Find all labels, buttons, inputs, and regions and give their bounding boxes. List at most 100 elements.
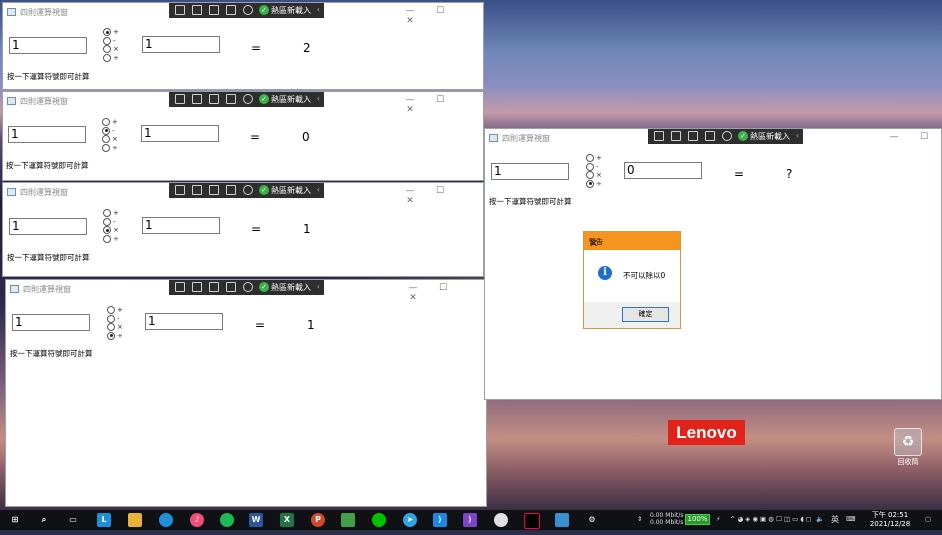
radio-multiply[interactable]: × xyxy=(586,171,602,180)
radio-add[interactable]: + xyxy=(586,154,602,163)
excel-icon[interactable]: X xyxy=(280,513,294,527)
radio-multiply[interactable]: × xyxy=(107,323,123,332)
radio-divide[interactable]: ÷ xyxy=(102,143,118,153)
minimize-button[interactable]: — xyxy=(395,95,425,105)
operand1-input[interactable]: 1 xyxy=(12,314,90,331)
minimize-button[interactable]: — xyxy=(395,6,425,16)
app-l-icon[interactable]: L xyxy=(97,513,111,527)
collapse-icon[interactable]: ‹ xyxy=(796,131,799,140)
select-icon[interactable] xyxy=(671,131,681,141)
refresh-icon[interactable] xyxy=(243,94,253,104)
operand2-input[interactable]: 1 xyxy=(142,36,220,53)
app-green-icon[interactable] xyxy=(341,513,355,527)
capture-icon[interactable] xyxy=(175,94,185,104)
line-icon[interactable] xyxy=(372,513,386,527)
windows-start-icon[interactable]: ⊞ xyxy=(8,513,22,527)
powerpoint-icon[interactable]: P xyxy=(311,513,325,527)
radio-subtract[interactable]: - xyxy=(107,314,123,324)
visual-studio-icon[interactable]: ⟩ xyxy=(463,513,477,527)
close-button[interactable]: ✕ xyxy=(395,105,425,115)
radio-subtract[interactable]: - xyxy=(586,162,602,172)
radio-add[interactable]: + xyxy=(103,28,119,37)
operand2-input[interactable]: 1 xyxy=(141,125,219,142)
radio-divide[interactable]: ÷ xyxy=(103,53,119,63)
hotspot-icon[interactable] xyxy=(705,131,715,141)
tray-app-icons[interactable]: ^ ◕ ◈ ◉ ▣ ◍ ☐ ◫ ▭ ◖ ◻ xyxy=(730,515,811,535)
capture-label[interactable]: 熱區新載入 xyxy=(271,5,311,16)
collapse-icon[interactable]: ‹ xyxy=(317,185,320,194)
close-button[interactable]: ✕ xyxy=(395,16,425,26)
frame-icon[interactable] xyxy=(209,94,219,104)
search-icon[interactable]: ⌕ xyxy=(37,513,51,527)
operand2-input[interactable]: 1 xyxy=(145,313,223,330)
hotspot-icon[interactable] xyxy=(226,185,236,195)
keyboard-icon[interactable]: ⌨ xyxy=(846,515,855,535)
hotspot-icon[interactable] xyxy=(226,94,236,104)
radio-add[interactable]: + xyxy=(107,306,123,315)
music-icon[interactable]: ♪ xyxy=(190,513,204,527)
app-round-icon[interactable] xyxy=(494,513,508,527)
radio-divide[interactable]: ÷ xyxy=(107,331,123,341)
radio-multiply[interactable]: × xyxy=(102,135,118,144)
app-window-icon[interactable] xyxy=(555,513,569,527)
clock[interactable]: 下午 02:51 2021/12/28 xyxy=(862,511,918,529)
capture-label[interactable]: 熱區新載入 xyxy=(271,94,311,105)
tray-chevron-icon[interactable]: ⇕ xyxy=(637,515,642,535)
radio-subtract[interactable]: - xyxy=(103,217,119,227)
frame-icon[interactable] xyxy=(209,5,219,15)
frame-icon[interactable] xyxy=(209,282,219,292)
volume-icon[interactable]: 🔈 xyxy=(816,515,824,535)
capture-icon[interactable] xyxy=(654,131,664,141)
collapse-icon[interactable]: ‹ xyxy=(317,5,320,14)
radio-subtract[interactable]: - xyxy=(103,36,119,46)
ok-button[interactable]: 確定 xyxy=(622,307,669,322)
radio-multiply[interactable]: × xyxy=(103,45,119,54)
radio-add[interactable]: + xyxy=(102,118,118,127)
refresh-icon[interactable] xyxy=(243,185,253,195)
battery-indicator[interactable]: 100% xyxy=(685,514,710,525)
hotspot-icon[interactable] xyxy=(226,5,236,15)
operand1-input[interactable]: 1 xyxy=(9,37,87,54)
refresh-icon[interactable] xyxy=(243,5,253,15)
close-button[interactable]: ✕ xyxy=(395,196,425,206)
capture-label[interactable]: 熱區新載入 xyxy=(750,131,790,142)
operand1-input[interactable]: 1 xyxy=(8,126,86,143)
operand2-input[interactable]: 0 xyxy=(624,162,702,179)
hotspot-icon[interactable] xyxy=(226,282,236,292)
close-icon[interactable]: ✕ xyxy=(589,237,675,250)
maximize-button[interactable]: ☐ xyxy=(425,6,455,16)
operand2-input[interactable]: 1 xyxy=(142,217,220,234)
select-icon[interactable] xyxy=(192,94,202,104)
radio-divide[interactable]: ÷ xyxy=(586,179,602,189)
minimize-button[interactable]: — xyxy=(398,283,428,293)
refresh-icon[interactable] xyxy=(243,282,253,292)
vscode-icon[interactable]: ⟩ xyxy=(433,513,447,527)
close-button[interactable]: ✕ xyxy=(398,293,428,303)
select-icon[interactable] xyxy=(192,282,202,292)
notification-icon[interactable]: ▢ xyxy=(925,515,931,535)
collapse-icon[interactable]: ‹ xyxy=(317,94,320,103)
dialog-title-bar[interactable]: 警告 ✕ xyxy=(584,232,680,250)
operand1-input[interactable]: 1 xyxy=(491,163,569,180)
frame-icon[interactable] xyxy=(209,185,219,195)
radio-subtract[interactable]: - xyxy=(102,126,118,136)
capture-label[interactable]: 熱區新載入 xyxy=(271,282,311,293)
minimize-button[interactable]: — xyxy=(395,186,425,196)
radio-add[interactable]: + xyxy=(103,209,119,218)
capture-icon[interactable] xyxy=(175,282,185,292)
capture-label[interactable]: 熱區新載入 xyxy=(271,185,311,196)
collapse-icon[interactable]: ‹ xyxy=(317,282,320,291)
ime-indicator[interactable]: 英 xyxy=(831,514,839,534)
spotify-icon[interactable] xyxy=(220,513,234,527)
capture-icon[interactable] xyxy=(175,185,185,195)
maximize-button[interactable]: ☐ xyxy=(425,95,455,105)
capture-icon[interactable] xyxy=(175,5,185,15)
select-icon[interactable] xyxy=(192,185,202,195)
select-icon[interactable] xyxy=(192,5,202,15)
edge-icon[interactable] xyxy=(159,513,173,527)
refresh-icon[interactable] xyxy=(722,131,732,141)
word-icon[interactable]: W xyxy=(249,513,263,527)
settings-gear-icon[interactable]: ⚙ xyxy=(585,513,599,527)
task-view-icon[interactable]: ▭ xyxy=(66,513,80,527)
intellij-icon[interactable] xyxy=(524,513,540,529)
